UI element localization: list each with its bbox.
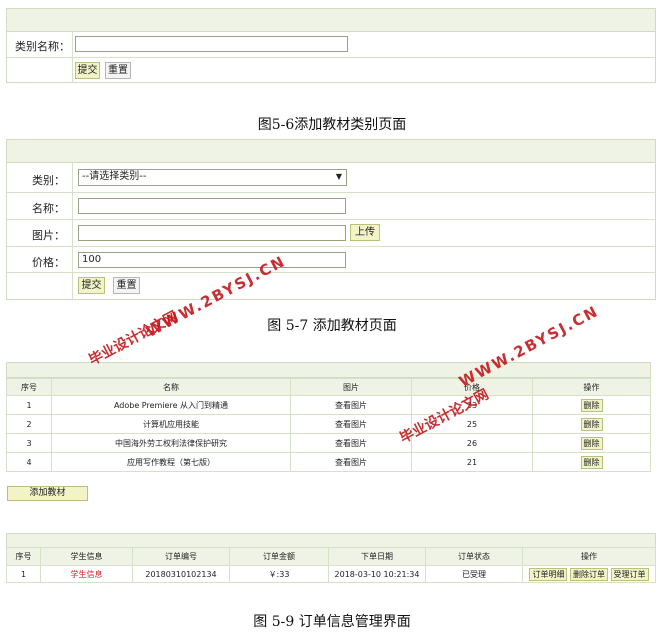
col-header-action: 操作 — [532, 378, 651, 396]
table-row: 1 Adobe Premiere 从入门到精通 查看图片 33 删除 — [6, 395, 651, 415]
chevron-down-icon: ▼ — [335, 172, 342, 181]
view-image-link[interactable]: 查看图片 — [290, 414, 412, 434]
col-header-name: 名称 — [51, 378, 291, 396]
upload-button[interactable]: 上传 — [350, 224, 380, 241]
table-row: 4 应用写作教程（第七版） 查看图片 21 删除 — [6, 452, 651, 472]
row-order-no: 20180310102134 — [132, 565, 230, 583]
category-select-value: --请选择类别-- — [82, 171, 147, 182]
row-divider — [7, 272, 655, 273]
row-divider — [7, 246, 655, 247]
row-divider — [7, 57, 655, 58]
order-table: 序号 学生信息 订单编号 订单金额 下单日期 订单状态 操作 1 学生信息 20… — [6, 547, 656, 583]
col-header-no: 序号 — [6, 378, 52, 396]
view-image-link[interactable]: 查看图片 — [290, 452, 412, 472]
panel-header — [7, 140, 655, 163]
add-book-button[interactable]: 添加教材 — [7, 486, 88, 501]
row-divider — [7, 192, 655, 193]
row-status: 已受理 — [425, 565, 523, 583]
category-name-label: 类别名称： — [15, 40, 70, 53]
price-label: 价格： — [32, 256, 65, 269]
col-header-action: 操作 — [522, 547, 656, 566]
col-header-amount: 订单金额 — [229, 547, 329, 566]
col-header-date: 下单日期 — [328, 547, 426, 566]
accept-order-button[interactable]: 受理订单 — [610, 567, 649, 581]
col-header-order-no: 订单编号 — [132, 547, 230, 566]
category-select[interactable]: --请选择类别-- ▼ — [78, 169, 347, 186]
column-divider — [72, 162, 73, 299]
submit-button[interactable]: 提交 — [78, 277, 105, 294]
row-no: 1 — [6, 565, 41, 583]
figure-caption-5-6: 图5-6添加教材类别页面 — [257, 117, 407, 133]
row-no: 2 — [6, 414, 52, 434]
table-row: 3 中国海外劳工权利法律保护研究 查看图片 26 删除 — [6, 433, 651, 453]
category-name-input[interactable] — [75, 36, 348, 52]
order-detail-button[interactable]: 订单明细 — [529, 567, 568, 581]
table-row: 2 计算机应用技能 查看图片 25 删除 — [6, 414, 651, 434]
col-header-no: 序号 — [6, 547, 41, 566]
view-image-link[interactable]: 查看图片 — [290, 395, 412, 415]
category-label: 类别： — [32, 174, 65, 187]
add-category-panel: 类别名称： 提交 重置 — [6, 8, 656, 83]
row-name: 中国海外劳工权利法律保护研究 — [51, 433, 291, 453]
row-divider — [7, 219, 655, 220]
delete-button[interactable]: 删除 — [580, 455, 603, 469]
row-no: 3 — [6, 433, 52, 453]
name-input[interactable] — [78, 198, 346, 214]
price-input[interactable]: 100 — [78, 252, 346, 268]
col-header-student: 学生信息 — [40, 547, 133, 566]
delete-button[interactable]: 删除 — [580, 436, 603, 450]
book-table: 序号 名称 图片 价格 操作 1 Adobe Premiere 从入门到精通 查… — [6, 378, 651, 472]
image-label: 图片： — [32, 229, 65, 242]
reset-button[interactable]: 重置 — [105, 62, 131, 79]
image-input[interactable] — [78, 225, 346, 241]
student-info-link[interactable]: 学生信息 — [40, 565, 133, 583]
table-row: 1 学生信息 20180310102134 ￥:33 2018-03-10 10… — [6, 565, 656, 583]
name-label: 名称： — [32, 202, 65, 215]
panel-header — [7, 9, 655, 32]
delete-order-button[interactable]: 删除订单 — [570, 567, 608, 581]
delete-button[interactable]: 删除 — [580, 417, 603, 431]
row-name: 计算机应用技能 — [51, 414, 291, 434]
reset-button[interactable]: 重置 — [113, 277, 140, 294]
order-table-header-bar — [6, 533, 656, 548]
row-price: 21 — [411, 452, 533, 472]
row-name: 应用写作教程（第七版） — [51, 452, 291, 472]
submit-button[interactable]: 提交 — [75, 62, 100, 79]
row-no: 1 — [6, 395, 52, 415]
row-no: 4 — [6, 452, 52, 472]
figure-caption-5-9: 图 5-9 订单信息管理界面 — [253, 614, 411, 630]
row-name: Adobe Premiere 从入门到精通 — [51, 395, 291, 415]
row-date: 2018-03-10 10:21:34 — [328, 565, 426, 583]
view-image-link[interactable]: 查看图片 — [290, 433, 412, 453]
delete-button[interactable]: 删除 — [580, 398, 603, 412]
col-header-status: 订单状态 — [425, 547, 523, 566]
row-amount: ￥:33 — [229, 565, 329, 583]
row-price: 26 — [411, 433, 533, 453]
add-book-panel: 类别： --请选择类别-- ▼ 名称： 图片： 上传 价格： 100 提交 重置 — [6, 139, 656, 300]
col-header-image: 图片 — [290, 378, 412, 396]
